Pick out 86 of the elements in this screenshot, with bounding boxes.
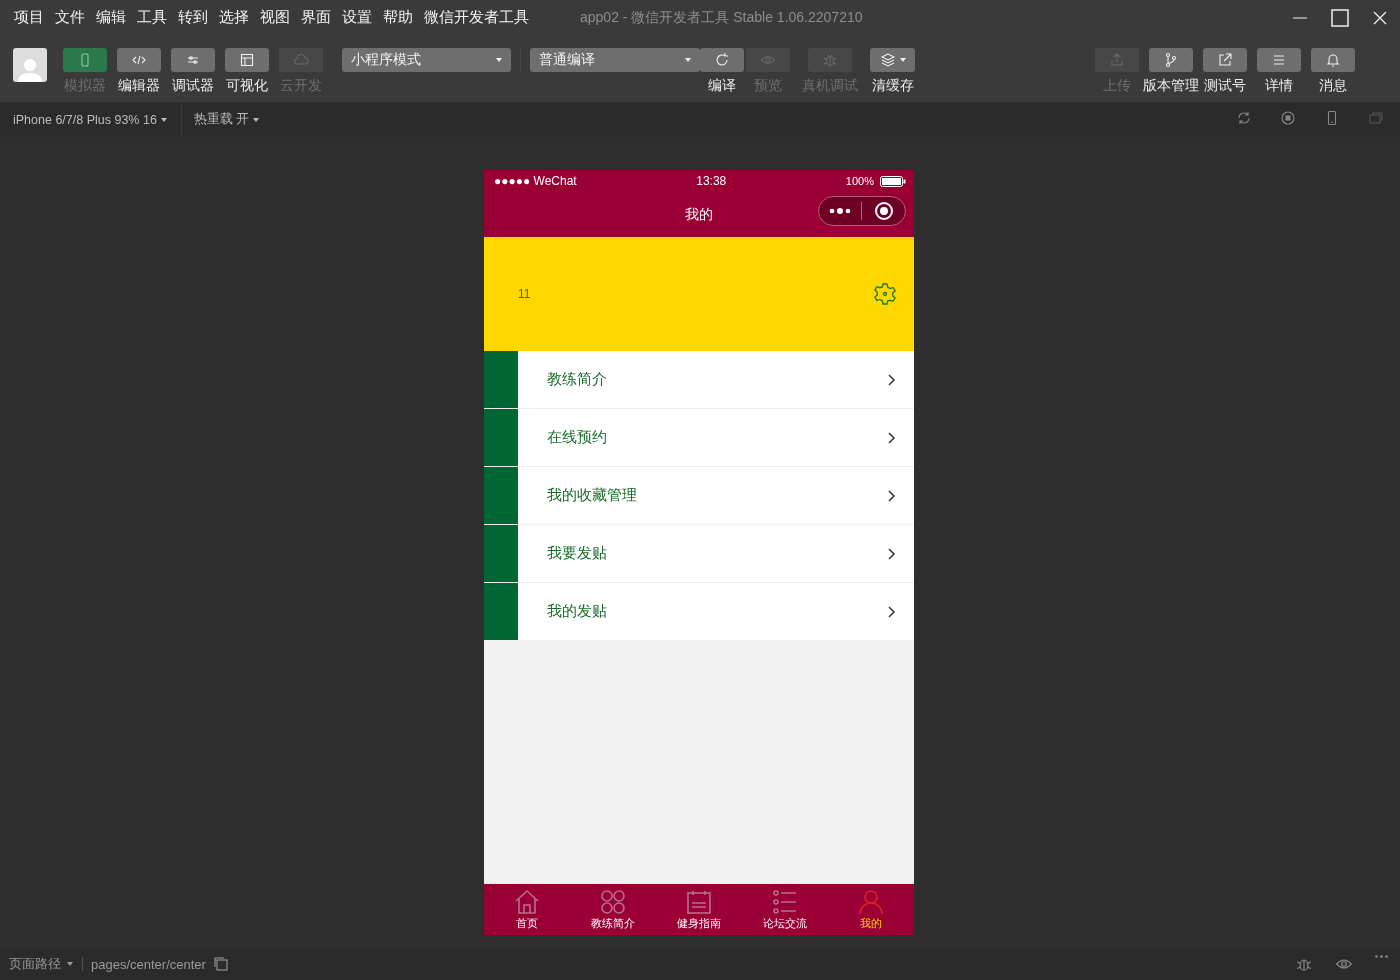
settings-icon[interactable]: [874, 283, 896, 305]
hot-reload-dropdown[interactable]: 热重载 开: [193, 102, 274, 137]
upload-icon: [1109, 52, 1125, 68]
page-path: pages/center/center: [91, 956, 206, 972]
toolbar-label: 消息: [1319, 77, 1347, 95]
device-dropdown[interactable]: iPhone 6/7/8 Plus 93% 16: [13, 102, 182, 137]
windows-icon: [1368, 110, 1384, 126]
menu-item[interactable]: 编辑: [96, 8, 126, 27]
toolbar-label: 可视化: [226, 77, 268, 95]
menu-item[interactable]: 界面: [301, 8, 331, 27]
chevron-icon: [888, 489, 896, 502]
toolbar-label: 版本管理: [1143, 77, 1199, 95]
menu-item[interactable]: 文件: [55, 8, 85, 27]
status-time: 13:38: [696, 174, 727, 188]
toolbar-button[interactable]: [1257, 48, 1301, 72]
toolbar-label: 详情: [1265, 77, 1293, 95]
menu-item[interactable]: 视图: [260, 8, 290, 27]
menu-item[interactable]: 微信开发者工具: [424, 8, 529, 27]
toolbar-button[interactable]: [870, 48, 915, 72]
chevron-icon: [888, 373, 896, 386]
menu-item[interactable]: 设置: [342, 8, 372, 27]
toolbar-button[interactable]: [171, 48, 215, 72]
window-title: app02 - 微信开发者工具 Stable 1.06.2207210: [580, 8, 863, 27]
tab-item[interactable]: 论坛交流: [742, 884, 828, 935]
battery-text: 100%: [845, 175, 874, 187]
menu-row[interactable]: 在线预约: [484, 408, 914, 466]
external-icon: [1217, 52, 1233, 68]
bell-icon: [1325, 52, 1341, 68]
menu-icon: [1271, 52, 1287, 68]
toolbar-button[interactable]: [225, 48, 269, 72]
mode-dropdown[interactable]: 小程序模式: [342, 48, 511, 72]
toolbar-label: 编辑器: [118, 77, 160, 95]
maximize-icon[interactable]: [1331, 8, 1349, 27]
chevron-icon: [888, 605, 896, 618]
toolbar-button[interactable]: [1203, 48, 1247, 72]
home-icon: [514, 888, 540, 915]
layers-icon: [879, 52, 896, 68]
user-text: 11: [518, 287, 531, 301]
more-icon: [1375, 955, 1388, 958]
stop-icon: [1280, 110, 1296, 126]
clover-icon: [600, 888, 626, 915]
toolbar-button[interactable]: [63, 48, 107, 72]
menu-item[interactable]: 转到: [178, 8, 208, 27]
compile-dropdown[interactable]: 普通编译: [530, 48, 700, 72]
path-dropdown[interactable]: 页面路径: [9, 957, 83, 971]
toolbar-label: 测试号: [1204, 77, 1246, 95]
copy-icon: [212, 956, 229, 972]
carrier-text: ●●●●● WeChat: [494, 174, 577, 188]
menu-item[interactable]: 工具: [137, 8, 167, 27]
more-icon[interactable]: [829, 208, 851, 214]
menu-item[interactable]: 帮助: [383, 8, 413, 27]
toolbar-label: 编译: [708, 77, 736, 95]
tab-item[interactable]: 健身指南: [656, 884, 742, 935]
branch-icon: [1163, 52, 1179, 68]
menu-item[interactable]: 项目: [14, 8, 44, 27]
layout-icon: [239, 52, 255, 68]
toolbar-label: 清缓存: [871, 77, 914, 95]
menu-row[interactable]: 教练简介: [484, 351, 914, 408]
toolbar-button[interactable]: [117, 48, 161, 72]
list-icon: [772, 888, 798, 915]
toolbar-button[interactable]: [700, 48, 744, 72]
caret-icon: [899, 58, 906, 62]
menu-row[interactable]: 我要发贴: [484, 524, 914, 582]
close-icon[interactable]: [1373, 10, 1387, 25]
toolbar-button[interactable]: [1311, 48, 1355, 72]
bug-icon: [822, 52, 838, 68]
tab-item[interactable]: 我的: [828, 884, 914, 935]
chevron-icon: [888, 431, 896, 444]
menu-item[interactable]: 选择: [219, 8, 249, 27]
battery-icon: [880, 175, 906, 187]
minimize-icon[interactable]: [1292, 16, 1308, 19]
menu-row[interactable]: 我的收藏管理: [484, 466, 914, 524]
chevron-icon: [888, 547, 896, 560]
page-title: 我的: [685, 205, 713, 224]
rotate-icon: [1236, 110, 1252, 126]
capsule-menu[interactable]: [818, 196, 906, 226]
target-icon[interactable]: [874, 201, 894, 221]
person-icon: [858, 888, 884, 915]
refresh-icon: [714, 52, 730, 68]
toolbar-button[interactable]: [1149, 48, 1193, 72]
tab-item[interactable]: 首页: [484, 884, 570, 935]
tab-item[interactable]: 教练简介: [570, 884, 656, 935]
cloud-icon: [293, 52, 309, 68]
calendar-icon: [686, 888, 712, 915]
toolbar-label: 调试器: [172, 77, 214, 95]
menu-row[interactable]: 我的发贴: [484, 582, 914, 640]
